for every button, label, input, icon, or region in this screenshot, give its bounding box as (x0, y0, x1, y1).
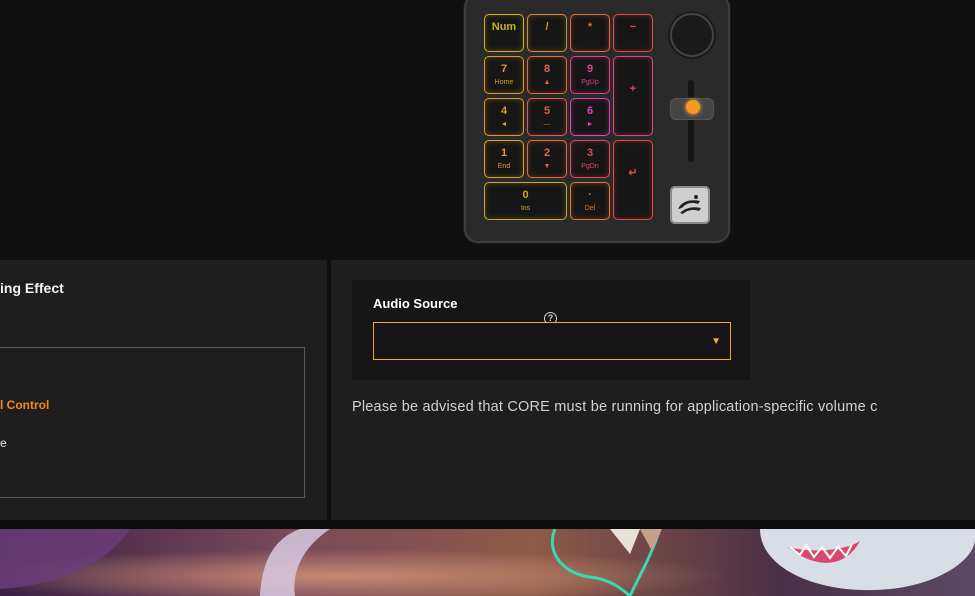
key-k3[interactable]: 3 PgDn (570, 140, 610, 178)
key-minus[interactable]: − (613, 14, 653, 52)
key-num[interactable]: Num (484, 14, 524, 52)
effect-option-item[interactable]: e (0, 436, 7, 450)
slider-led-icon (686, 100, 700, 114)
key-k6[interactable]: 6 ► (570, 98, 610, 136)
key-label: 6 (586, 105, 594, 117)
volume-slider-track (688, 80, 694, 162)
audio-panel: Audio Source ? ▼ Please be advised that … (331, 260, 975, 520)
key-label: − (629, 21, 637, 33)
effect-options-box (0, 347, 305, 498)
key-label: 5 (543, 105, 551, 117)
key-grid: Num / * −7 Home 8 ▲ 9 PgUp +4 ◄ 5—6 ► 1 End 2 ▼ 3 PgDn ↵ 0 In… (484, 14, 656, 224)
section-separator (0, 520, 975, 529)
key-sublabel: ► (586, 121, 594, 128)
key-label: · (588, 189, 592, 201)
chevron-down-icon: ▼ (711, 336, 721, 347)
key-k0[interactable]: 0 Ins (484, 182, 567, 220)
key-enter[interactable]: ↵ (613, 140, 653, 220)
numpad-device: Num / * −7 Home 8 ▲ 9 PgUp +4 ◄ 5—6 ► 1 End 2 ▼ 3 PgDn ↵ 0 In… (464, 0, 730, 243)
key-label: / (545, 21, 549, 33)
logo-key[interactable] (670, 186, 710, 224)
audio-source-select[interactable]: ▼ (373, 322, 731, 360)
audio-source-label: Audio Source (373, 296, 458, 311)
device-preview-area: Num / * −7 Home 8 ▲ 9 PgUp +4 ◄ 5—6 ► 1 End 2 ▼ 3 PgDn ↵ 0 In… (0, 0, 975, 260)
key-sublabel: ▲ (543, 79, 551, 86)
lighting-effect-panel: ing Effect l Control e (0, 260, 327, 520)
key-slash[interactable]: / (527, 14, 567, 52)
key-sublabel: Ins (520, 205, 531, 212)
effect-title: ing Effect (0, 280, 64, 296)
key-star[interactable]: * (570, 14, 610, 52)
key-k1[interactable]: 1 End (484, 140, 524, 178)
key-label: 0 (522, 189, 529, 201)
audio-source-card: Audio Source ? ▼ (352, 280, 750, 380)
key-k8[interactable]: 8 ▲ (527, 56, 567, 94)
key-label: + (629, 83, 637, 95)
effect-option-control[interactable]: l Control (0, 398, 49, 412)
key-sublabel: Home (494, 79, 514, 86)
key-sublabel: ▼ (543, 163, 551, 170)
key-plus[interactable]: + (613, 56, 653, 136)
key-k7[interactable]: 7 Home (484, 56, 524, 94)
key-label: 8 (543, 63, 551, 75)
key-k5[interactable]: 5— (527, 98, 567, 136)
core-notice-text: Please be advised that CORE must be runn… (352, 399, 878, 415)
key-label: 2 (543, 147, 551, 159)
volume-slider-handle[interactable] (670, 98, 714, 120)
key-k2[interactable]: 2 ▼ (527, 140, 567, 178)
rotary-knob[interactable] (670, 13, 714, 57)
key-sublabel: Del (584, 205, 596, 212)
key-label: Num (491, 21, 517, 33)
game-artwork-banner (0, 529, 975, 596)
key-label: 7 (500, 63, 508, 75)
key-sublabel: — (543, 121, 551, 128)
key-sublabel: End (497, 163, 511, 170)
key-dot[interactable]: · Del (570, 182, 610, 220)
key-label: 4 (500, 105, 508, 117)
key-k4[interactable]: 4 ◄ (484, 98, 524, 136)
key-label: 9 (586, 63, 594, 75)
key-label: ↵ (628, 167, 638, 179)
key-label: 1 (500, 147, 508, 159)
brand-logo-icon (678, 195, 701, 214)
key-k9[interactable]: 9 PgUp (570, 56, 610, 94)
key-sublabel: ◄ (500, 121, 508, 128)
key-label: 3 (586, 147, 594, 159)
key-label: * (587, 21, 593, 33)
key-sublabel: PgDn (581, 163, 599, 170)
key-sublabel: PgUp (581, 79, 599, 86)
